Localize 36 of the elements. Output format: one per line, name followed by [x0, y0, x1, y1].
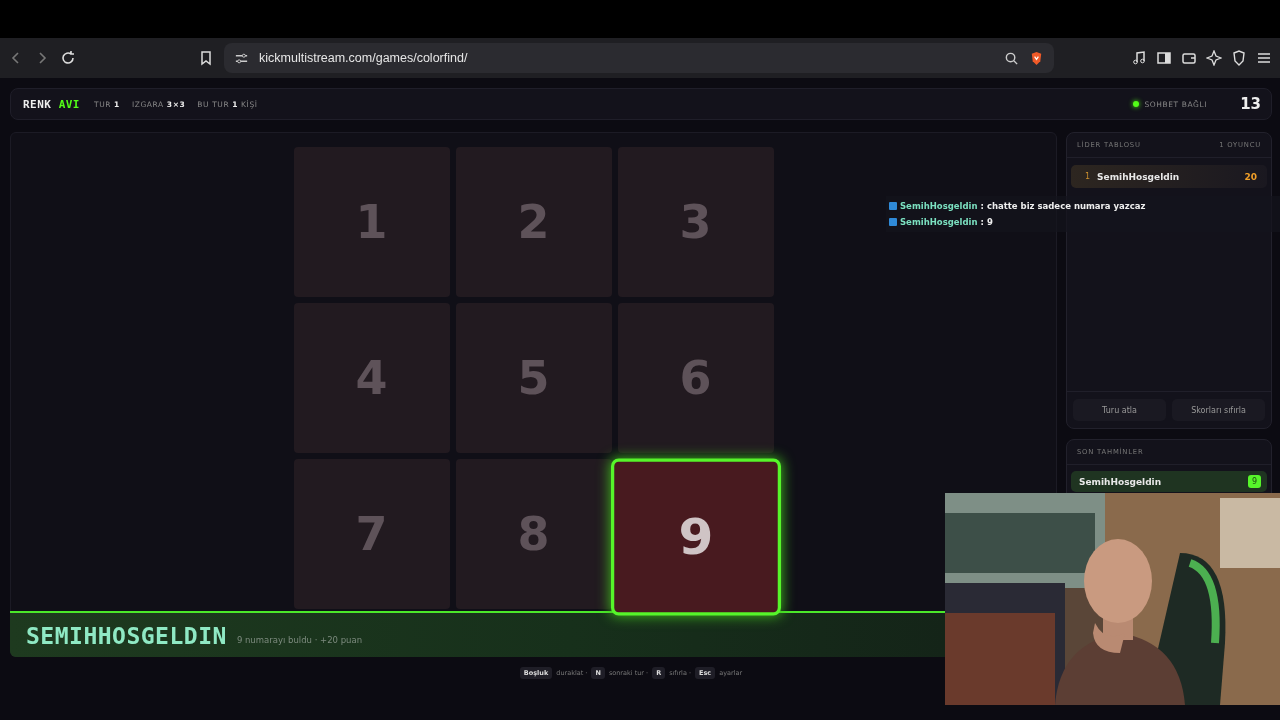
wallet-icon[interactable]: [1181, 50, 1197, 66]
number-tile[interactable]: 8: [455, 459, 612, 609]
menu-icon[interactable]: [1256, 50, 1272, 66]
winner-name: SEMIHHOSGELDIN: [26, 623, 227, 649]
player-name: SemihHosgeldin: [1097, 171, 1181, 182]
chat-message: : chatte biz sadece numara yazcaz: [980, 201, 1146, 211]
url-text: kickmultistream.com/games/colorfind/: [259, 51, 469, 65]
chat-username: SemihHosgeldin: [900, 201, 978, 211]
number-tile[interactable]: 3: [617, 147, 774, 297]
zoom-icon[interactable]: [1004, 50, 1019, 66]
guess-badge: 9: [1247, 475, 1261, 488]
shield-icon[interactable]: [1231, 50, 1247, 66]
reload-icon[interactable]: [60, 50, 76, 66]
sparkle-icon[interactable]: [1206, 50, 1222, 66]
winner-detail: 9 numarayı buldu · +20 puan: [236, 635, 363, 645]
number-tile[interactable]: 7: [293, 459, 450, 609]
number-tile[interactable]: 5: [455, 303, 612, 453]
bookmark-icon[interactable]: [198, 50, 214, 66]
chat-message: : 9: [980, 217, 993, 227]
number-tile[interactable]: 1: [293, 147, 450, 297]
sidebar-icon[interactable]: [1156, 50, 1172, 66]
address-bar[interactable]: kickmultistream.com/games/colorfind/: [224, 43, 1054, 73]
timer: 13: [1240, 95, 1261, 113]
player-score: 20: [1244, 171, 1257, 182]
shield-icon[interactable]: [1029, 50, 1044, 66]
number-tile[interactable]: 6: [617, 303, 774, 453]
logo: RENK AVI: [23, 97, 80, 111]
action-button[interactable]: Skorları sıfırla: [1172, 399, 1265, 421]
number-tile[interactable]: 9: [610, 458, 781, 616]
number-tile[interactable]: 2: [455, 147, 612, 297]
music-icon[interactable]: [1131, 50, 1147, 66]
number-tile[interactable]: 4: [293, 303, 450, 453]
action-button[interactable]: Turu atla: [1073, 399, 1166, 421]
chat-username: SemihHosgeldin: [900, 217, 978, 227]
rank-number: 1: [1085, 172, 1091, 181]
player-name: SemihHosgeldin: [1079, 476, 1163, 487]
